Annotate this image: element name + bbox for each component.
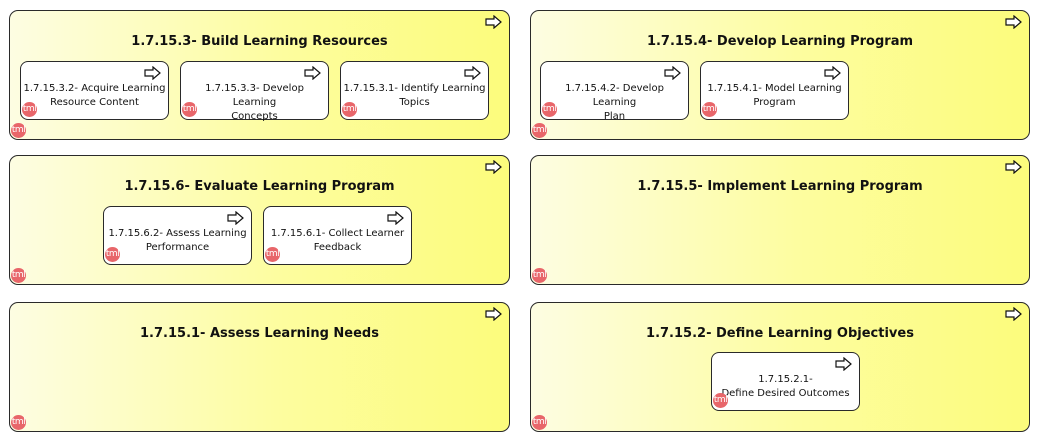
group-title: 1.7.15.1- Assess Learning Needs [140, 326, 379, 341]
process-label: 1.7.15.4.2- Develop Learning Plan [541, 82, 688, 124]
arrow-right-icon [824, 66, 841, 80]
arrow-right-icon [1005, 15, 1022, 29]
process-label-line2: Feedback [313, 242, 362, 253]
tml-badge: tml [342, 102, 357, 117]
process-label-line1: 1.7.15.4.2- Develop Learning [565, 83, 664, 108]
arrow-right-icon [387, 211, 404, 225]
group-title: 1.7.15.6- Evaluate Learning Program [124, 179, 395, 194]
arrow-right-icon [1005, 160, 1022, 174]
tml-badge: tml [532, 268, 547, 283]
process-label: 1.7.15.2.1- Define Desired Outcomes [712, 373, 859, 401]
process-develop-learning-plan[interactable]: 1.7.15.4.2- Develop Learning Plan tml [540, 61, 689, 122]
tml-badge: tml [11, 268, 26, 283]
process-label-line1: 1.7.15.4.1- Model Learning [707, 83, 842, 94]
process-label: 1.7.15.4.1- Model Learning Program [701, 82, 848, 110]
group-build-learning-resources[interactable]: 1.7.15.3- Build Learning Resources tml 1… [9, 10, 510, 140]
tml-badge: tml [22, 102, 37, 117]
process-label-line2: Performance [145, 242, 210, 253]
process-label: 1.7.15.6.1- Collect Learner Feedback [264, 227, 411, 255]
group-evaluate-learning-program[interactable]: 1.7.15.6- Evaluate Learning Program tml … [9, 155, 510, 285]
process-acquire-learning-resource-content[interactable]: 1.7.15.3.2- Acquire Learning Resource Co… [20, 61, 169, 120]
arrow-right-icon [227, 211, 244, 225]
process-label: 1.7.15.6.2- Assess Learning Performance [104, 227, 251, 255]
process-assess-learning-performance[interactable]: 1.7.15.6.2- Assess Learning Performance … [103, 206, 252, 265]
group-assess-learning-needs[interactable]: 1.7.15.1- Assess Learning Needs tml [9, 302, 510, 432]
process-label: 1.7.15.3.1- Identify Learning Topics [341, 82, 488, 110]
process-collect-learner-feedback[interactable]: 1.7.15.6.1- Collect Learner Feedback tml [263, 206, 412, 265]
process-label: 1.7.15.3.2- Acquire Learning Resource Co… [21, 82, 168, 110]
process-label-line2: Program [753, 97, 796, 108]
process-label-line2: Resource Content [50, 97, 139, 108]
process-label-line2: Plan [603, 111, 626, 122]
tml-badge: tml [532, 123, 547, 138]
tml-badge: tml [11, 415, 26, 430]
arrow-right-icon [1005, 307, 1022, 321]
arrow-right-icon [464, 66, 481, 80]
tml-badge: tml [532, 415, 547, 430]
tml-badge: tml [265, 247, 280, 262]
tml-badge: tml [182, 102, 197, 117]
group-title: 1.7.15.4- Develop Learning Program [646, 34, 914, 49]
process-label-line1: 1.7.15.2.1- [758, 374, 813, 385]
arrow-right-icon [835, 357, 852, 371]
process-label-line2: Topics [399, 97, 430, 108]
group-define-learning-objectives[interactable]: 1.7.15.2- Define Learning Objectives tml… [530, 302, 1030, 432]
process-label-line1: 1.7.15.3.2- Acquire Learning [23, 83, 166, 94]
arrow-right-icon [485, 307, 502, 321]
group-title: 1.7.15.5- Implement Learning Program [637, 179, 923, 194]
process-develop-learning-concepts[interactable]: 1.7.15.3.3- Develop Learning Concepts tm… [180, 61, 329, 122]
group-implement-learning-program[interactable]: 1.7.15.5- Implement Learning Program tml [530, 155, 1030, 285]
arrow-right-icon [144, 66, 161, 80]
process-define-desired-outcomes[interactable]: 1.7.15.2.1- Define Desired Outcomes tml [711, 352, 860, 411]
tml-badge: tml [713, 393, 728, 408]
tml-badge: tml [702, 102, 717, 117]
process-label-line1: 1.7.15.3.1- Identify Learning [343, 83, 486, 94]
arrow-right-icon [485, 160, 502, 174]
arrow-right-icon [485, 15, 502, 29]
process-label: 1.7.15.3.3- Develop Learning Concepts [181, 82, 328, 124]
group-title: 1.7.15.3- Build Learning Resources [131, 34, 388, 49]
tml-badge: tml [11, 123, 26, 138]
group-develop-learning-program[interactable]: 1.7.15.4- Develop Learning Program tml 1… [530, 10, 1030, 140]
process-label-line1: 1.7.15.6.2- Assess Learning [108, 228, 247, 239]
process-label-line1: 1.7.15.6.1- Collect Learner [270, 228, 405, 239]
arrow-right-icon [304, 66, 321, 80]
group-title: 1.7.15.2- Define Learning Objectives [646, 326, 914, 341]
process-label-line2: Concepts [231, 111, 278, 122]
process-model-learning-program[interactable]: 1.7.15.4.1- Model Learning Program tml [700, 61, 849, 120]
tml-badge: tml [542, 102, 557, 117]
process-identify-learning-topics[interactable]: 1.7.15.3.1- Identify Learning Topics tml [340, 61, 489, 120]
arrow-right-icon [664, 66, 681, 80]
process-label-line2: Define Desired Outcomes [721, 388, 850, 399]
tml-badge: tml [105, 247, 120, 262]
process-label-line1: 1.7.15.3.3- Develop Learning [205, 83, 304, 108]
